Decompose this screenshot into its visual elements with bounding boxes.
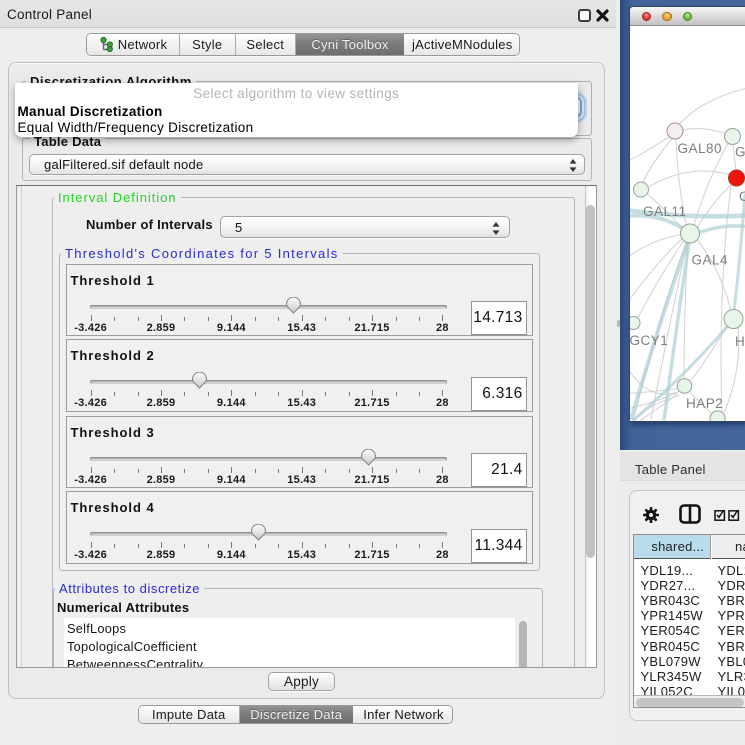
svg-text:C...: C... — [739, 189, 745, 204]
svg-text:HAP2: HAP2 — [686, 396, 723, 411]
svg-text:GAL80: GAL80 — [678, 141, 723, 156]
svg-text:GCY1: GCY1 — [630, 333, 668, 348]
svg-text:GAL...: GAL... — [735, 144, 745, 159]
svg-text:GAL4: GAL4 — [692, 252, 729, 267]
svg-text:HA...: HA... — [735, 334, 745, 349]
svg-text:GAL11: GAL11 — [643, 204, 687, 219]
